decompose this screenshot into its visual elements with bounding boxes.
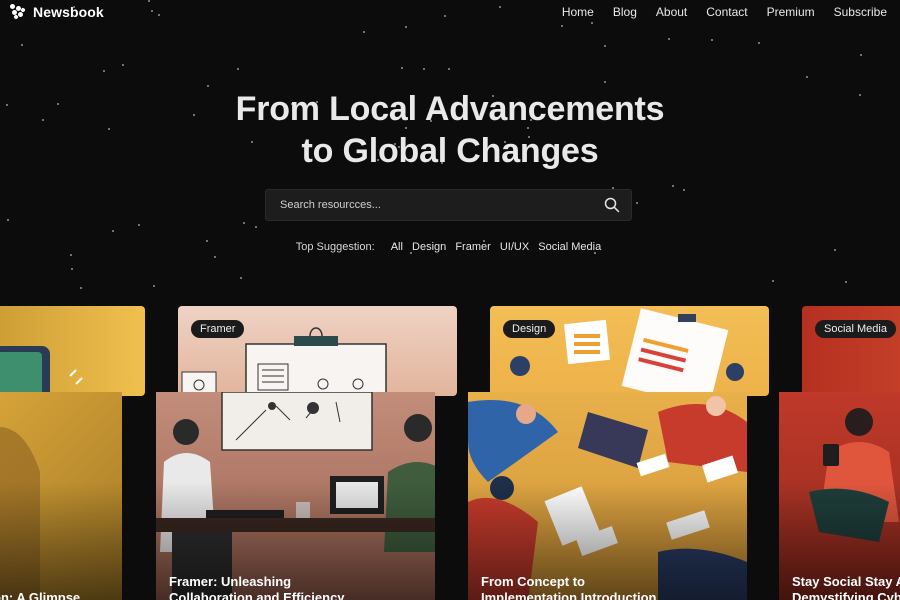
star-dot: [138, 224, 140, 226]
star-dot: [604, 81, 606, 83]
nav-link-contact[interactable]: Contact: [706, 5, 747, 19]
top-suggestions: Top Suggestion: All Design Framer UI/UX …: [0, 241, 900, 253]
star-dot: [711, 39, 713, 41]
brand-logo[interactable]: Newsbook: [9, 3, 104, 21]
nav-link-blog[interactable]: Blog: [613, 5, 637, 19]
card-shade: [0, 482, 122, 600]
star-dot: [772, 280, 774, 282]
star-dot: [845, 281, 847, 283]
article-card-title-line-2: Collaboration and Efficiency: [169, 590, 345, 600]
star-dot: [363, 31, 365, 33]
hero-title-line-1: From Local Advancements: [235, 90, 665, 128]
star-dot: [112, 230, 114, 232]
star-dot: [80, 287, 82, 289]
star-dot: [255, 226, 257, 228]
article-card-title[interactable]: Framer: Unleashing Collaboration and Eff…: [169, 574, 345, 600]
article-card-title-line-1: Stay Social Stay A: [792, 574, 900, 589]
hero-title: From Local Advancements to Global Change…: [0, 88, 900, 172]
brand-name: Newsbook: [33, 4, 104, 20]
suggestion-tag-social-media[interactable]: Social Media: [538, 241, 601, 253]
card-image-back-4[interactable]: Social Media: [802, 306, 900, 396]
article-card-title-line-2: Implementation Introduction: [481, 590, 657, 600]
nav-link-subscribe[interactable]: Subscribe: [834, 5, 887, 19]
logo-icon: [10, 3, 25, 19]
article-card-title-line-1: From Concept to: [481, 574, 585, 589]
phone-illustration: [0, 346, 83, 396]
card-image-back-3[interactable]: Design: [490, 306, 769, 396]
suggestion-tag-design[interactable]: Design: [412, 241, 446, 253]
card-badge-social-media[interactable]: Social Media: [815, 320, 896, 338]
article-card-title[interactable]: on: A Glimpse: [0, 590, 80, 600]
star-dot: [71, 268, 73, 270]
article-card-title[interactable]: Stay Social Stay A Demystifying Cyb: [792, 574, 900, 600]
search-bar: [265, 189, 632, 221]
article-card-4[interactable]: Stay Social Stay A Demystifying Cyb: [779, 392, 900, 600]
star-dot: [423, 68, 425, 70]
suggestion-tag-all[interactable]: All: [391, 241, 403, 253]
star-dot: [672, 185, 674, 187]
article-card-2[interactable]: Framer: Unleashing Collaboration and Eff…: [156, 392, 435, 600]
star-dot: [21, 44, 23, 46]
hero-title-line-2: to Global Changes: [301, 132, 599, 170]
star-dot: [860, 54, 862, 56]
nav-link-about[interactable]: About: [656, 5, 687, 19]
top-navigation-bar: Newsbook Home Blog About Contact Premium…: [0, 0, 900, 24]
card-image-back-2[interactable]: Framer: [178, 306, 457, 396]
star-dot: [214, 256, 216, 258]
star-dot: [806, 76, 808, 78]
star-dot: [153, 285, 155, 287]
suggestion-tag-uiux[interactable]: UI/UX: [500, 241, 529, 253]
star-dot: [401, 67, 403, 69]
star-dot: [207, 85, 209, 87]
star-dot: [7, 219, 9, 221]
article-card-title-line-1: Framer: Unleashing: [169, 574, 292, 589]
star-dot: [405, 26, 407, 28]
article-card-title[interactable]: From Concept to Implementation Introduct…: [481, 574, 657, 600]
card-image-back-1[interactable]: [0, 306, 145, 396]
article-card-3[interactable]: From Concept to Implementation Introduct…: [468, 392, 747, 600]
nav-link-home[interactable]: Home: [562, 5, 594, 19]
star-dot: [237, 68, 239, 70]
star-dot: [758, 42, 760, 44]
suggestions-label: Top Suggestion:: [295, 241, 375, 253]
star-dot: [122, 64, 124, 66]
suggestion-tag-framer[interactable]: Framer: [455, 241, 490, 253]
star-dot: [240, 277, 242, 279]
star-dot: [561, 25, 563, 27]
star-dot: [683, 189, 685, 191]
main-nav: Home Blog About Contact Premium Subscrib…: [562, 5, 887, 19]
star-dot: [103, 70, 105, 72]
card-badge-framer[interactable]: Framer: [191, 320, 245, 338]
star-dot: [604, 45, 606, 47]
card-badge-design[interactable]: Design: [503, 320, 556, 338]
star-dot: [70, 254, 72, 256]
search-icon[interactable]: [603, 196, 621, 214]
article-card-title-line: on: A Glimpse: [0, 590, 81, 600]
search-input[interactable]: [266, 190, 596, 220]
article-card-title-line-2: Demystifying Cyb: [792, 590, 900, 600]
star-dot: [668, 38, 670, 40]
star-dot: [243, 222, 245, 224]
star-dot: [448, 68, 450, 70]
star-dot: [636, 202, 638, 204]
nav-link-premium[interactable]: Premium: [767, 5, 815, 19]
article-card-1[interactable]: on: A Glimpse: [0, 392, 122, 600]
